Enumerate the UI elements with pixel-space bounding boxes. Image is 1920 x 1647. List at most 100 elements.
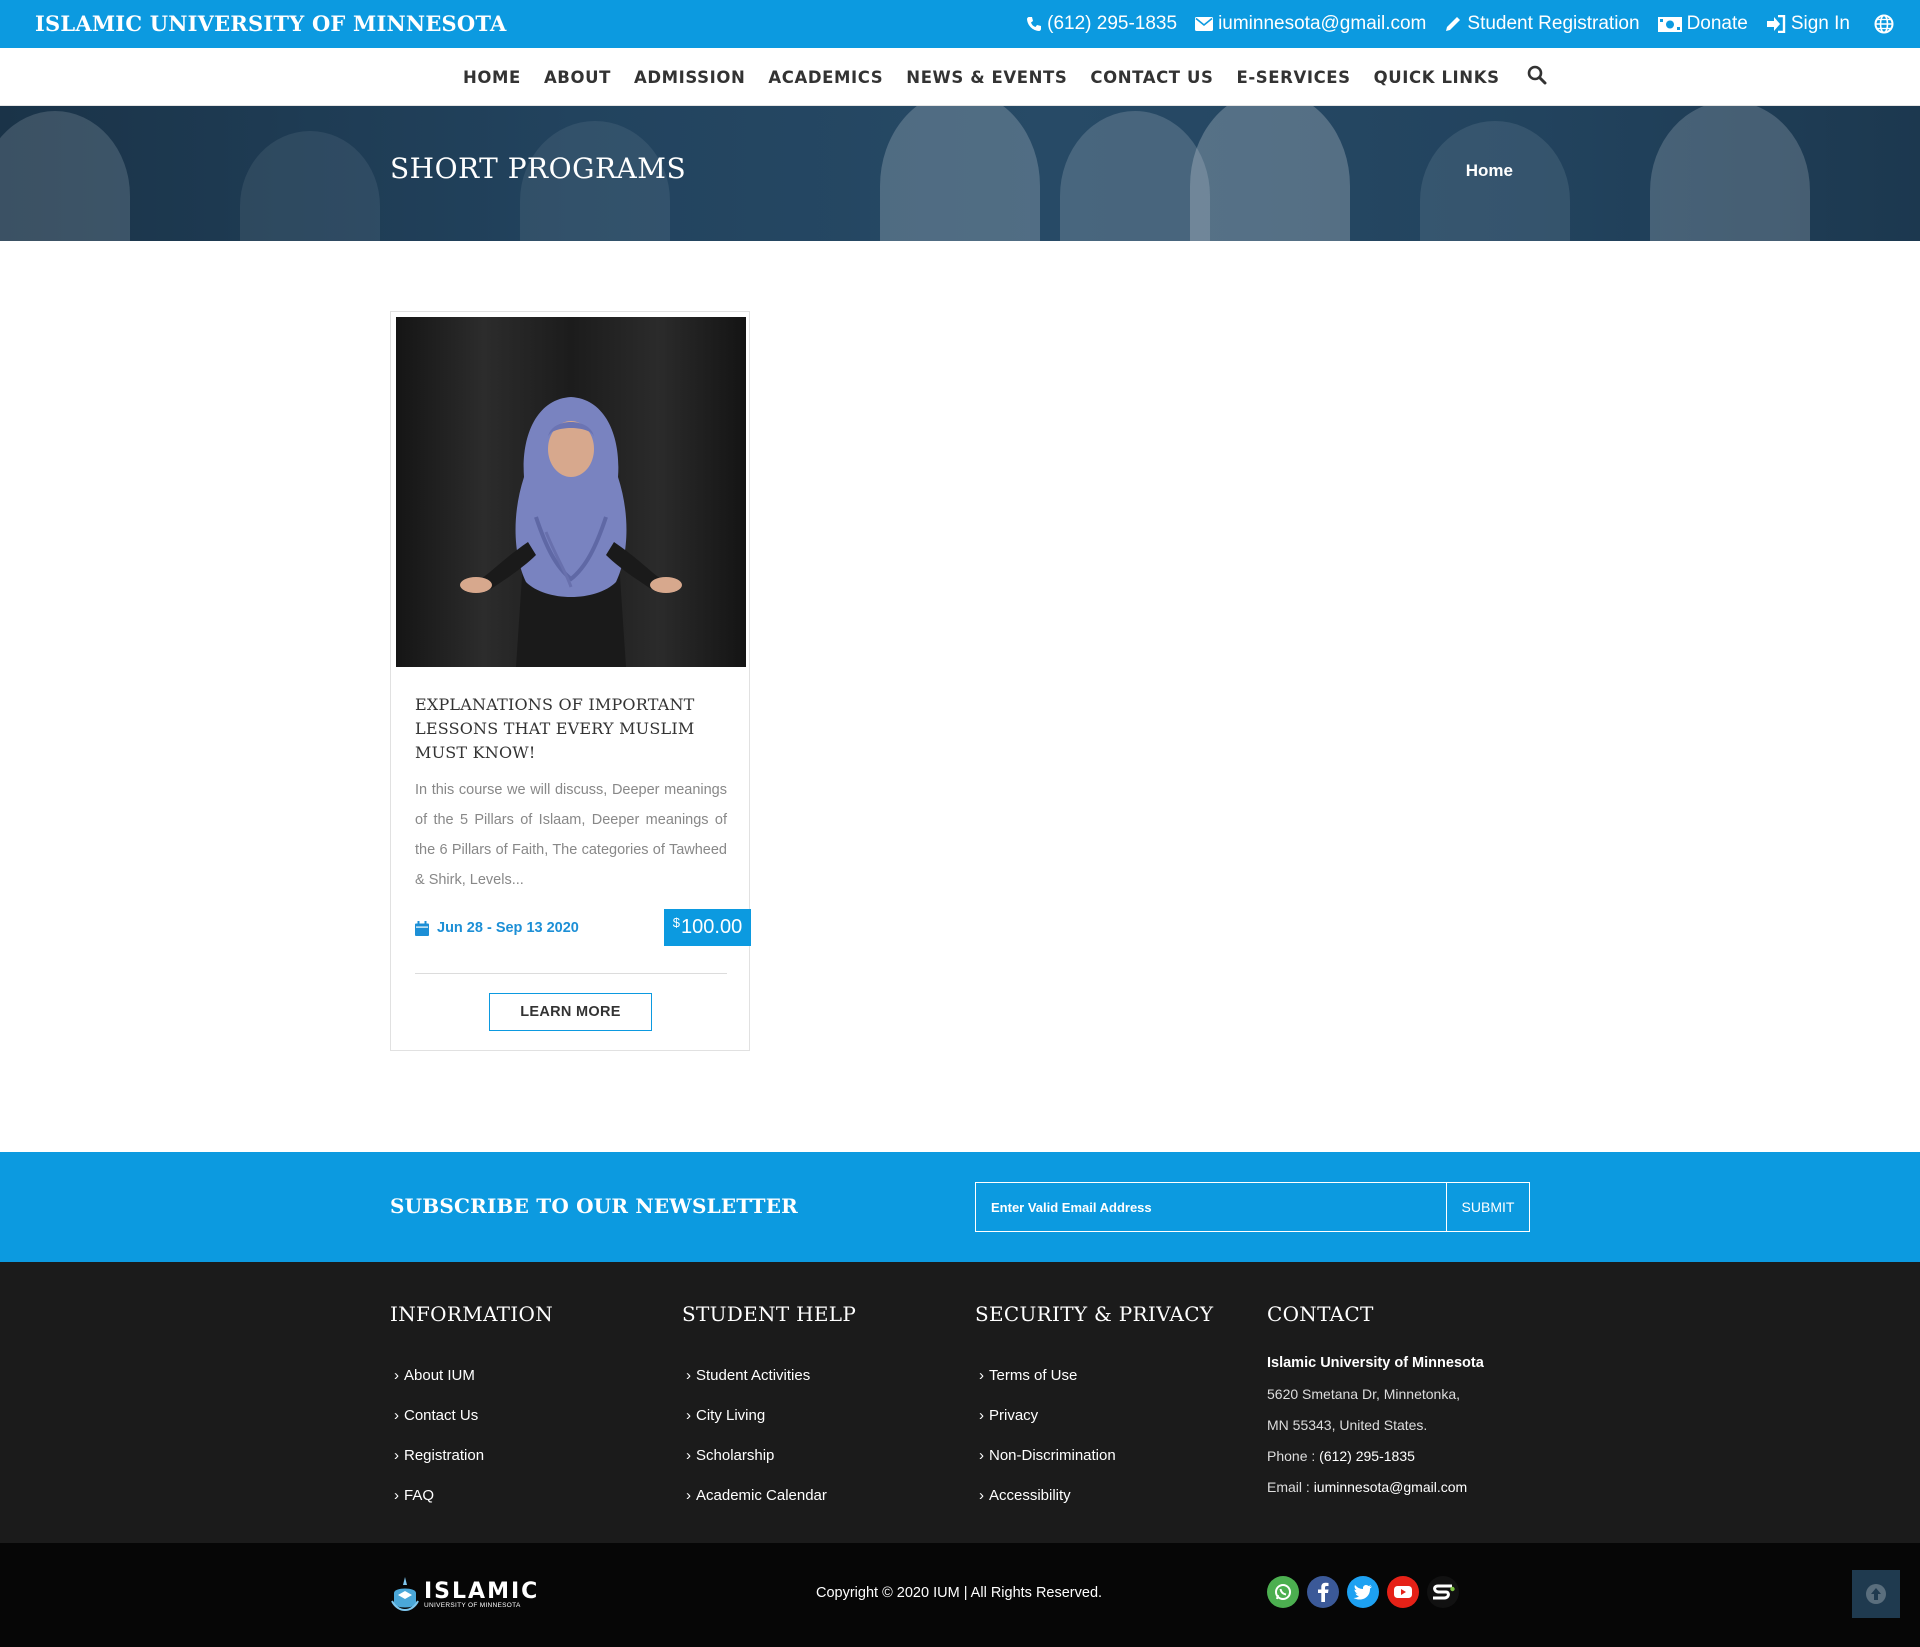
footer-link-faq[interactable]: › FAQ: [390, 1475, 553, 1515]
footer-link-academic-calendar[interactable]: › Academic Calendar: [682, 1475, 856, 1515]
twitter-icon[interactable]: [1347, 1576, 1379, 1608]
site-brand[interactable]: ISLAMIC UNIVERSITY OF MINNESOTA: [35, 0, 507, 48]
footer-link-label: About IUM: [404, 1366, 475, 1384]
price-value: 100.00: [681, 916, 743, 938]
footer-link-privacy[interactable]: › Privacy: [975, 1395, 1213, 1435]
footer-link-label: Accessibility: [989, 1486, 1071, 1504]
nav-list: HOME ABOUT ADMISSION ACADEMICS NEWS & EV…: [463, 48, 1547, 106]
footer-link-label: Scholarship: [696, 1446, 775, 1464]
s-brand-glyph: [1433, 1584, 1455, 1600]
chevron-right-icon: ›: [394, 1406, 399, 1424]
social-links: [1267, 1576, 1459, 1608]
language-link[interactable]: [1874, 14, 1894, 34]
email-link[interactable]: iuminnesota@gmail.com: [1195, 13, 1426, 35]
footer-link-label: FAQ: [404, 1486, 435, 1504]
nav-search-button[interactable]: [1527, 65, 1547, 90]
contact-org-name: Islamic University of Minnesota: [1267, 1355, 1484, 1371]
chevron-right-icon: ›: [979, 1366, 984, 1384]
footer-link-label: Registration: [404, 1446, 485, 1464]
s-brand-icon[interactable]: [1427, 1576, 1459, 1608]
footer-student-help-title: STUDENT HELP: [682, 1302, 857, 1326]
nav-admission[interactable]: ADMISSION: [634, 68, 745, 87]
course-title[interactable]: EXPLANATIONS OF IMPORTANT LESSONS THAT E…: [415, 693, 727, 765]
footer-logo[interactable]: ISLAMIC UNIVERSITY OF MINNESOTA: [390, 1575, 539, 1615]
footer-security-title: SECURITY & PRIVACY: [975, 1302, 1214, 1326]
footer-link-about[interactable]: › About IUM: [390, 1355, 553, 1395]
page-banner: SHORT PROGRAMS Home: [0, 106, 1920, 241]
footer-link-registration[interactable]: › Registration: [390, 1435, 553, 1475]
footer-link-label: City Living: [696, 1406, 766, 1424]
footer-contact-title: CONTACT: [1267, 1302, 1374, 1326]
price-currency: $: [672, 915, 681, 930]
copyright-text: Copyright © 2020 IUM | All Rights Reserv…: [816, 1585, 1103, 1601]
banner-background: [0, 111, 130, 241]
university-logo-icon: [391, 1577, 419, 1611]
logo-word: ISLAMIC: [424, 1578, 540, 1604]
email-text: iuminnesota@gmail.com: [1218, 13, 1427, 34]
globe-icon: [1874, 14, 1894, 34]
footer-link-student-activities[interactable]: › Student Activities: [682, 1355, 856, 1395]
footer-link-label: Academic Calendar: [696, 1486, 827, 1504]
contact-address-line-1: 5620 Smetana Dr, Minnetonka,: [1267, 1386, 1461, 1402]
twitter-glyph: [1353, 1584, 1372, 1600]
footer: INFORMATION › About IUM › Contact Us › Regi…: [0, 1262, 1920, 1543]
contact-phone: Phone : (612) 295-1835: [1267, 1441, 1484, 1472]
nav-contact-us[interactable]: CONTACT US: [1090, 68, 1213, 87]
footer-link-scholarship[interactable]: › Scholarship: [682, 1435, 856, 1475]
nav-academics[interactable]: ACADEMICS: [768, 68, 883, 87]
chevron-right-icon: ›: [686, 1406, 691, 1424]
learn-more-button[interactable]: LEARN MORE: [489, 993, 652, 1031]
nav-about[interactable]: ABOUT: [544, 68, 611, 87]
banner-background: [240, 131, 380, 241]
page-title: SHORT PROGRAMS: [390, 152, 687, 185]
course-photo: [396, 317, 746, 667]
footer-link-city-living[interactable]: › City Living: [682, 1395, 856, 1435]
footer-link-accessibility[interactable]: › Accessibility: [975, 1475, 1213, 1515]
contact-phone-value[interactable]: (612) 295-1835: [1319, 1448, 1415, 1464]
phone-icon: [1027, 17, 1042, 31]
footer-link-label: Non-Discrimination: [989, 1446, 1116, 1464]
student-registration-link[interactable]: Student Registration: [1444, 13, 1640, 35]
banner-background: [1190, 106, 1350, 241]
banner-background: [880, 106, 1040, 241]
course-image[interactable]: [396, 317, 746, 667]
footer-link-contact[interactable]: › Contact Us: [390, 1395, 553, 1435]
breadcrumb-home[interactable]: Home: [1466, 161, 1513, 181]
registration-text: Student Registration: [1467, 13, 1640, 34]
footer-information-title: INFORMATION: [390, 1302, 553, 1326]
footer-security-privacy: SECURITY & PRIVACY › Terms of Use › Privac…: [975, 1302, 1213, 1515]
footer-link-terms[interactable]: › Terms of Use: [975, 1355, 1213, 1395]
search-icon: [1527, 65, 1547, 84]
facebook-icon[interactable]: [1307, 1576, 1339, 1608]
chevron-right-icon: ›: [394, 1486, 399, 1504]
nav-e-services[interactable]: E-SERVICES: [1236, 68, 1350, 87]
top-links: (612) 295-1835 iuminnesota@gmail.com Stu…: [1026, 0, 1894, 48]
contact-email: Email : iuminnesota@gmail.com: [1267, 1472, 1484, 1503]
nav-quick-links[interactable]: QUICK LINKS: [1374, 68, 1500, 87]
money-icon: [1657, 16, 1682, 32]
phone-link[interactable]: (612) 295-1835: [1026, 13, 1177, 35]
nav-news-events[interactable]: NEWS & EVENTS: [906, 68, 1067, 87]
youtube-icon[interactable]: [1387, 1576, 1419, 1608]
chevron-right-icon: ›: [394, 1446, 399, 1464]
arrow-up-circle-icon: [1866, 1584, 1886, 1604]
youtube-glyph: [1394, 1586, 1412, 1598]
newsletter-submit-button[interactable]: SUBMIT: [1446, 1182, 1530, 1232]
contact-email-value[interactable]: iuminnesota@gmail.com: [1314, 1479, 1468, 1495]
donate-link[interactable]: Donate: [1657, 13, 1748, 35]
footer-link-non-discrimination[interactable]: › Non-Discrimination: [975, 1435, 1213, 1475]
contact-phone-label: Phone :: [1267, 1448, 1316, 1464]
footer-contact: CONTACT Islamic University of Minnesota …: [1267, 1302, 1484, 1503]
nav-home[interactable]: HOME: [463, 68, 521, 87]
back-to-top-button[interactable]: [1852, 1570, 1900, 1618]
footer-information: INFORMATION › About IUM › Contact Us › Regi…: [390, 1302, 553, 1515]
whatsapp-icon[interactable]: [1267, 1576, 1299, 1608]
sign-in-link[interactable]: Sign In: [1766, 13, 1850, 35]
footer-link-label: Privacy: [989, 1406, 1039, 1424]
course-dates-text: Jun 28 - Sep 13 2020: [437, 920, 579, 936]
course-price-badge: $100.00: [664, 909, 751, 946]
newsletter-email-input[interactable]: [975, 1182, 1447, 1232]
chevron-right-icon: ›: [979, 1406, 984, 1424]
phone-text: (612) 295-1835: [1047, 13, 1178, 34]
newsletter-section: SUBSCRIBE TO OUR NEWSLETTER SUBMIT: [0, 1152, 1920, 1262]
